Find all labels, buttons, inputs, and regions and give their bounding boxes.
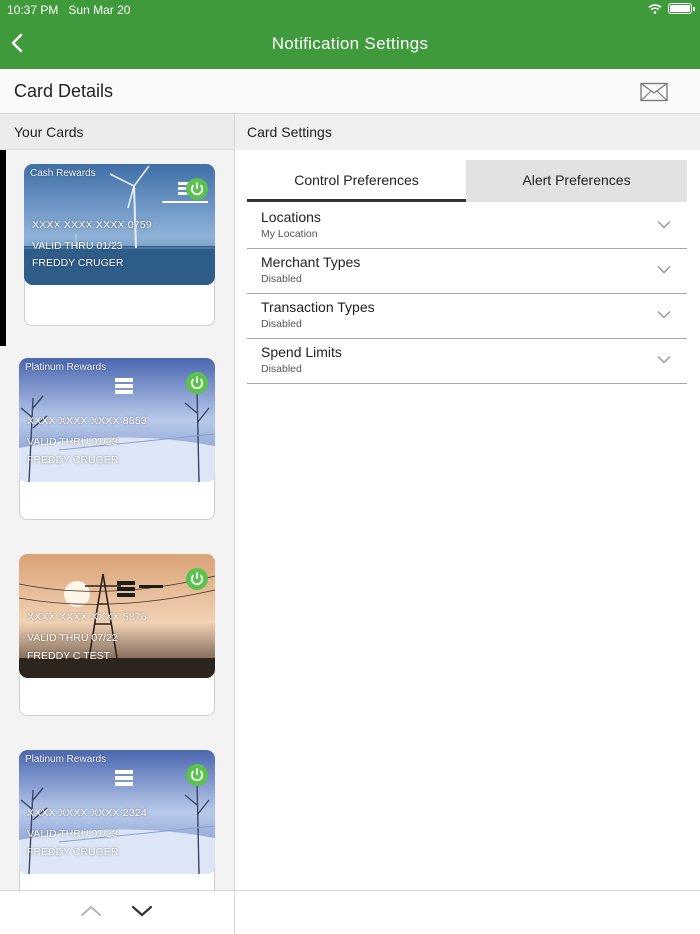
- status-time: 10:37 PM Sun Mar 20: [7, 3, 130, 17]
- card-label: Platinum Rewards: [25, 362, 107, 373]
- card-number: XXXX XXXX XXXX 5876: [27, 611, 147, 623]
- pref-title: Transaction Types: [261, 299, 375, 315]
- power-toggle-icon[interactable]: [186, 178, 208, 200]
- card-holder-name: FREDDY CRUGER: [27, 846, 119, 858]
- chevron-down-icon: [657, 220, 671, 229]
- card-number: XXXX XXXX XXXX 2324: [27, 807, 147, 819]
- pref-title: Merchant Types: [261, 254, 361, 270]
- card-details-title: Card Details: [14, 81, 114, 101]
- card-number: XXXX XXXX XXXX 8853: [27, 415, 147, 427]
- card-holder-name: FREDDY CRUGER: [27, 454, 119, 466]
- card-label: Platinum Rewards: [25, 754, 107, 765]
- tab-control-preferences[interactable]: Control Preferences: [247, 160, 466, 202]
- pref-value: My Location: [261, 228, 318, 240]
- pref-row-merchant-types[interactable]: Merchant Types Disabled: [247, 249, 687, 294]
- card-image: Platinum Rewards XXXX XXXX XXXX 2324 VAL…: [19, 750, 215, 874]
- card-item[interactable]: XXXX XXXX XXXX 5876 VALID THRU 07/22 FRE…: [0, 542, 234, 738]
- card-item[interactable]: Cash Rewards XXXX XXXX XXXX 0759 VALID T…: [0, 150, 234, 346]
- chevron-up-icon[interactable]: [80, 903, 102, 919]
- battery-icon: [668, 3, 695, 14]
- card-valid-thru: VALID THRU 01/23: [32, 240, 123, 252]
- pref-row-locations[interactable]: Locations My Location: [247, 204, 687, 249]
- your-cards-panel: Your Cards Cash Rewards XXXX XXXX XXXX 0…: [0, 114, 235, 934]
- pref-row-spend-limits[interactable]: Spend Limits Disabled: [247, 339, 687, 384]
- card-holder-name: FREDDY CRUGER: [32, 257, 124, 269]
- card-label: Cash Rewards: [30, 168, 96, 179]
- pref-value: Disabled: [261, 318, 302, 330]
- chevron-down-icon: [657, 265, 671, 274]
- pref-value: Disabled: [261, 273, 302, 285]
- your-cards-heading: Your Cards: [0, 114, 234, 150]
- mail-icon[interactable]: [640, 82, 668, 102]
- chevron-down-icon: [657, 310, 671, 319]
- chevron-down-icon[interactable]: [131, 903, 153, 919]
- card-scroll-controls: [0, 890, 234, 934]
- card-item[interactable]: Platinum Rewards XXXX XXXX XXXX 2324 VAL…: [0, 738, 234, 890]
- pref-row-transaction-types[interactable]: Transaction Types Disabled: [247, 294, 687, 339]
- wifi-icon: [648, 3, 662, 14]
- card-number: XXXX XXXX XXXX 0759: [32, 219, 152, 231]
- dominion-energy-logo-icon: [115, 378, 133, 394]
- status-date: Sun Mar 20: [68, 3, 131, 17]
- preferences-list: Locations My Location Merchant Types Dis…: [247, 204, 687, 384]
- card-holder-name: FREDDY C TEST: [27, 650, 111, 662]
- chevron-down-icon: [657, 355, 671, 364]
- power-toggle-icon[interactable]: [186, 764, 208, 786]
- dominion-energy-logo-icon: [117, 581, 163, 597]
- card-image: XXXX XXXX XXXX 5876 VALID THRU 07/22 FRE…: [19, 554, 215, 678]
- tab-alert-preferences[interactable]: Alert Preferences: [466, 160, 687, 202]
- cards-list[interactable]: Cash Rewards XXXX XXXX XXXX 0759 VALID T…: [0, 150, 234, 890]
- card-image: Cash Rewards XXXX XXXX XXXX 0759 VALID T…: [24, 164, 215, 285]
- status-clock: 10:37 PM: [7, 3, 59, 17]
- card-settings-heading: Card Settings: [235, 114, 700, 150]
- power-toggle-icon[interactable]: [186, 372, 208, 394]
- dominion-energy-logo-icon: [115, 770, 133, 786]
- card-item[interactable]: Platinum Rewards XXXX XXXX XXXX 8853 VAL…: [0, 346, 234, 542]
- pref-title: Spend Limits: [261, 344, 342, 360]
- top-nav-bar: 10:37 PM Sun Mar 20 Notification Setting…: [0, 0, 700, 69]
- card-details-header: Card Details: [0, 69, 700, 114]
- page-title: Notification Settings: [271, 34, 429, 53]
- pref-title: Locations: [261, 209, 321, 225]
- card-valid-thru: VALID THRU 01/23: [27, 828, 118, 840]
- preferences-tabs: Control Preferences Alert Preferences: [247, 160, 687, 202]
- card-settings-panel: Card Settings Control Preferences Alert …: [235, 114, 700, 934]
- card-image: Platinum Rewards XXXX XXXX XXXX 8853 VAL…: [19, 358, 215, 482]
- power-toggle-icon[interactable]: [186, 568, 208, 590]
- pref-value: Disabled: [261, 363, 302, 375]
- settings-footer: [235, 890, 700, 934]
- card-valid-thru: VALID THRU 01/23: [27, 436, 118, 448]
- card-valid-thru: VALID THRU 07/22: [27, 632, 118, 644]
- status-indicators: [648, 3, 695, 14]
